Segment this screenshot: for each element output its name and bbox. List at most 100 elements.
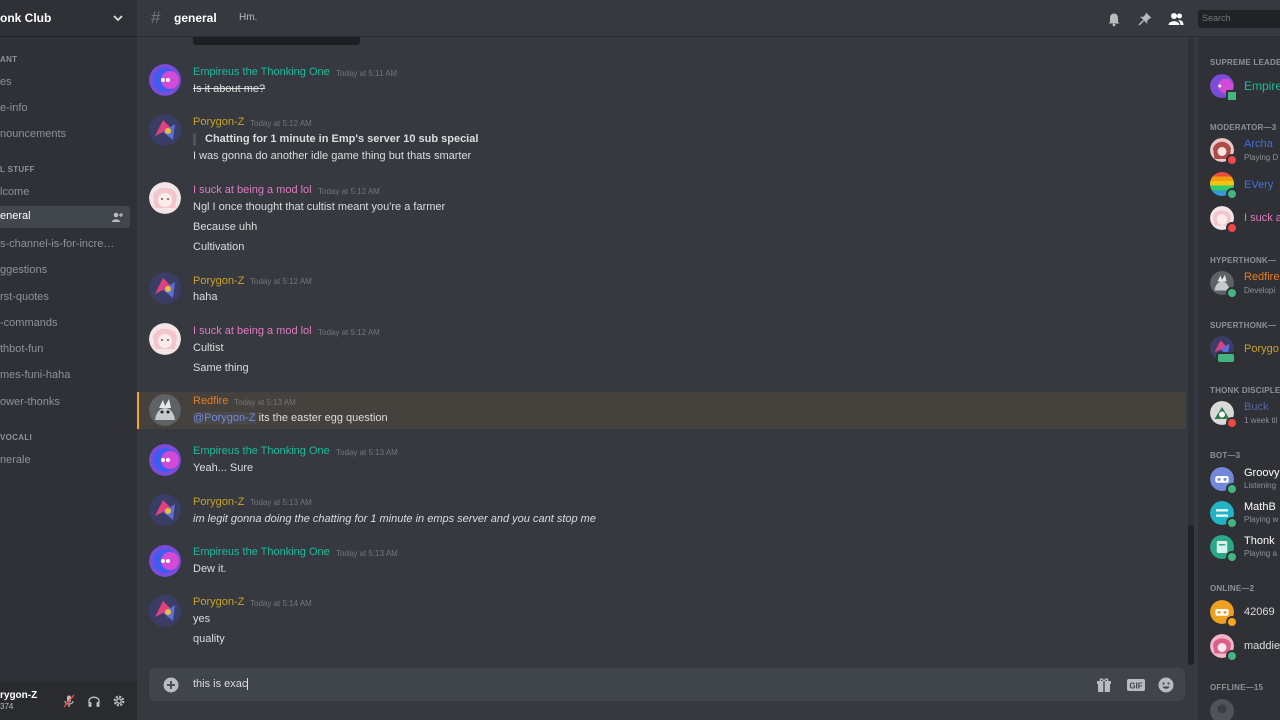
avatar-mod[interactable] — [149, 323, 181, 355]
member-avatar[interactable] — [1210, 634, 1238, 662]
voice-channel-item[interactable]: nerale — [0, 454, 31, 466]
channel-item[interactable]: nouncements — [0, 128, 66, 140]
upload-plus-icon[interactable] — [163, 677, 179, 693]
online-status-icon — [1226, 483, 1238, 495]
avatar-empireus[interactable] — [149, 444, 181, 476]
mobile-status-icon — [1216, 352, 1236, 364]
avatar-porygon[interactable] — [149, 494, 181, 526]
message-timestamp: Today at 5:12 AM — [318, 187, 380, 196]
invite-icon[interactable] — [111, 211, 123, 223]
member-avatar[interactable] — [1210, 600, 1238, 628]
message-composer[interactable]: this is exac GIF — [149, 668, 1185, 701]
pin-icon[interactable] — [1137, 11, 1153, 27]
gift-icon[interactable] — [1096, 677, 1112, 693]
member-name[interactable]: 42069 — [1244, 606, 1275, 618]
category-voice[interactable]: VOCALI — [0, 433, 32, 442]
member-activity: Developi — [1244, 286, 1276, 295]
author-name[interactable]: Porygon-Z — [193, 496, 244, 508]
author-name[interactable]: Empireus the Thonking One — [193, 66, 330, 78]
message-text-rest: its the easter egg question — [255, 412, 388, 424]
author-name[interactable]: Porygon-Z — [193, 116, 244, 128]
member-avatar[interactable] — [1210, 271, 1238, 299]
channel-item[interactable]: -commands — [0, 317, 57, 329]
channel-title: general — [174, 11, 217, 25]
notification-bell-icon[interactable] — [1106, 11, 1122, 27]
member-name[interactable]: Groovy — [1244, 467, 1279, 479]
member-name[interactable]: Porygo — [1244, 343, 1279, 355]
author-name[interactable]: Empireus the Thonking One — [193, 445, 330, 457]
member-name[interactable]: Redfire — [1244, 271, 1279, 283]
role-header: HYPERTHONK— — [1210, 256, 1277, 265]
author-name[interactable]: Empireus the Thonking One — [193, 546, 330, 558]
online-status-icon — [1226, 188, 1238, 200]
member-avatar[interactable] — [1210, 206, 1238, 234]
author-name[interactable]: I suck at being a mod lol — [193, 184, 312, 196]
author-name[interactable]: Porygon-Z — [193, 275, 244, 287]
channel-item[interactable]: ower-thonks — [0, 396, 60, 408]
user-mention[interactable]: @Porygon-Z — [193, 412, 256, 424]
message-text: I was gonna do another idle game thing b… — [193, 150, 472, 162]
message-timestamp: Today at 5:12 AM — [250, 119, 312, 128]
channel-item[interactable]: s-channel-is-for-incre… — [0, 238, 114, 250]
member-avatar[interactable] — [1210, 467, 1238, 495]
member-avatar[interactable] — [1210, 138, 1238, 166]
mute-microphone-icon[interactable] — [62, 694, 76, 708]
channel-item[interactable]: thbot-fun — [0, 343, 43, 355]
message-timestamp: Today at 5:13 AM — [234, 398, 296, 407]
member-list-icon[interactable] — [1168, 11, 1184, 27]
settings-gear-icon[interactable] — [112, 694, 126, 708]
message-text: Cultist — [193, 342, 224, 354]
category-stuff[interactable]: L STUFF — [0, 165, 35, 174]
channel-item[interactable]: e-info — [0, 102, 28, 114]
emoji-smile-icon[interactable] — [1158, 677, 1174, 693]
member-avatar[interactable] — [1210, 172, 1238, 200]
avatar-mod[interactable] — [149, 182, 181, 214]
channel-item[interactable]: ggestions — [0, 264, 47, 276]
member-avatar[interactable] — [1210, 699, 1234, 720]
search-input[interactable]: Search — [1198, 10, 1280, 28]
headphones-icon[interactable] — [87, 694, 101, 708]
author-name[interactable]: I suck at being a mod lol — [193, 325, 312, 337]
member-name[interactable]: MathB — [1244, 501, 1276, 513]
member-name[interactable]: Archa — [1244, 138, 1273, 150]
avatar-porygon[interactable] — [149, 114, 181, 146]
member-name[interactable]: I suck a — [1244, 212, 1280, 224]
member-list[interactable]: SUPREME LEADE Empire MODERATOR—3 Archa P… — [1198, 37, 1280, 720]
hash-icon: # — [151, 8, 161, 27]
role-header: BOT—3 — [1210, 451, 1241, 460]
avatar-empireus[interactable] — [149, 545, 181, 577]
avatar-porygon[interactable] — [149, 272, 181, 304]
member-avatar[interactable] — [1210, 336, 1236, 364]
server-header[interactable]: onk Club — [0, 0, 137, 37]
channel-item[interactable]: rst-quotes — [0, 291, 49, 303]
idle-status-icon — [1226, 616, 1238, 628]
message-list[interactable]: Empireus the Thonking One Today at 5:11 … — [137, 37, 1196, 665]
member-avatar[interactable] — [1210, 501, 1238, 529]
author-name[interactable]: Porygon-Z — [193, 596, 244, 608]
channel-item[interactable]: mes-funi-haha — [0, 369, 70, 381]
member-name[interactable]: Empire — [1244, 79, 1280, 93]
member-name[interactable]: maddie — [1244, 640, 1280, 652]
avatar-redfire[interactable] — [149, 394, 181, 426]
category-text[interactable]: ANT — [0, 55, 17, 64]
avatar-empireus[interactable] — [149, 64, 181, 96]
message-scrollbar[interactable] — [1188, 37, 1194, 665]
member-avatar[interactable] — [1210, 74, 1238, 102]
channel-item-general[interactable]: eneral — [0, 206, 130, 228]
message-text: quality — [193, 633, 225, 645]
avatar-porygon[interactable] — [149, 595, 181, 627]
message-input[interactable]: this is exac — [193, 678, 249, 691]
channel-item[interactable]: lcome — [0, 186, 29, 198]
author-name[interactable]: Redfire — [193, 395, 228, 407]
channel-topic[interactable]: Hm. — [239, 12, 257, 23]
channel-item[interactable]: es — [0, 76, 12, 88]
message-timestamp: Today at 5:11 AM — [336, 69, 398, 78]
gif-icon[interactable]: GIF — [1126, 677, 1146, 693]
user-name: rygon-Z — [0, 690, 38, 701]
member-avatar[interactable] — [1210, 535, 1238, 563]
member-name[interactable]: EVery — [1244, 179, 1273, 191]
member-avatar[interactable] — [1210, 401, 1238, 429]
member-name[interactable]: Buck — [1244, 401, 1268, 413]
member-name[interactable]: Thonk — [1244, 535, 1275, 547]
scrollbar-thumb[interactable] — [1188, 525, 1194, 665]
